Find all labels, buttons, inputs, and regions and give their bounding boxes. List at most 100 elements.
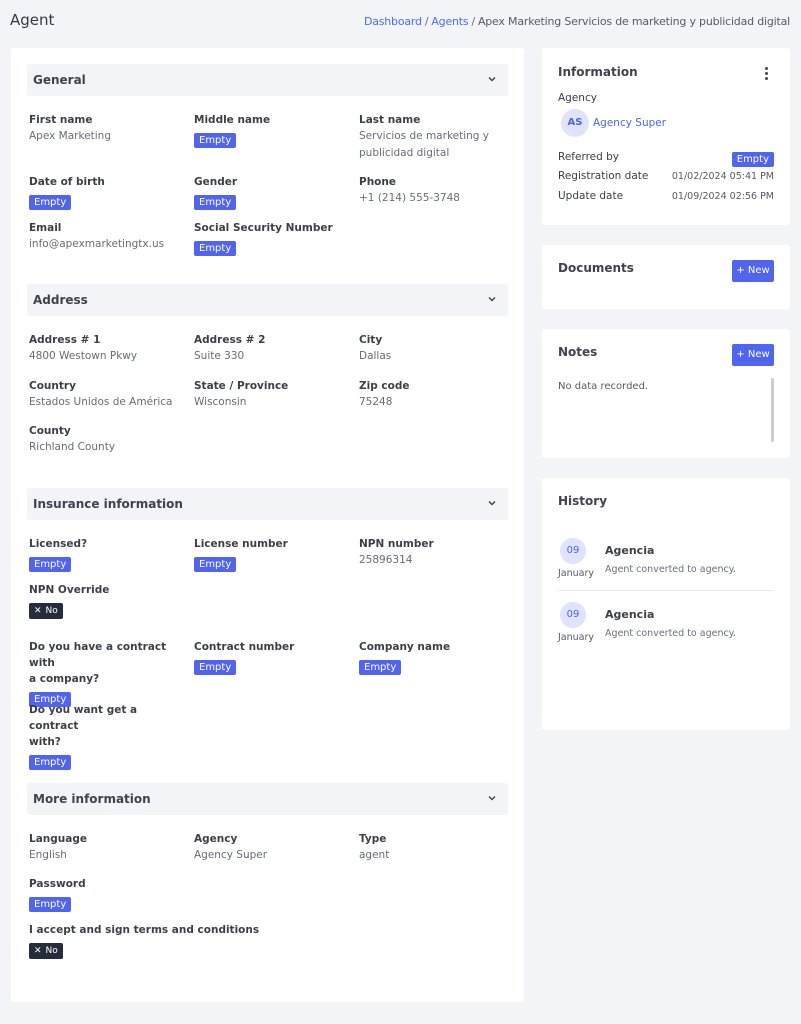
page-title: Agent	[10, 11, 55, 29]
no-badge: ✕ No	[29, 943, 63, 959]
field-label: City	[359, 334, 383, 346]
information-card: Information Agency AS Agency Super Refer…	[542, 48, 790, 225]
referred-by-label: Referred by	[558, 151, 620, 163]
language-field: Language English	[29, 831, 189, 864]
empty-badge: Empty	[29, 755, 72, 770]
empty-badge: Empty	[29, 195, 72, 210]
chevron-down-icon[interactable]	[486, 792, 498, 804]
section-title: Insurance information	[33, 497, 183, 511]
field-label: Date of birth	[29, 176, 105, 188]
empty-badge: Empty	[194, 241, 237, 256]
field-value: Wisconsin	[194, 396, 247, 408]
history-month: January	[558, 632, 595, 643]
field-label: Address # 1	[29, 334, 101, 346]
close-icon: ✕	[34, 946, 42, 956]
new-note-button[interactable]: + New	[732, 344, 774, 366]
field-label: NPN Override	[29, 584, 110, 596]
empty-badge: Empty	[194, 557, 237, 572]
notes-empty-text: No data recorded.	[558, 381, 649, 392]
agency-field: Agency Agency Super	[194, 831, 354, 864]
registration-date-label: Registration date	[558, 170, 649, 182]
chevron-down-icon[interactable]	[486, 293, 498, 305]
field-value: Agency Super	[194, 849, 268, 861]
update-date-value: 01/09/2024 02:56 PM	[671, 191, 774, 202]
section-title: More information	[33, 792, 151, 806]
address1-field: Address # 1 4800 Westown Pkwy	[29, 332, 189, 365]
field-label: a company?	[29, 673, 100, 685]
more-vertical-icon[interactable]	[762, 65, 770, 83]
divider	[558, 590, 774, 591]
field-label: County	[29, 425, 71, 437]
more-info-section-header[interactable]: More information	[27, 783, 508, 815]
empty-badge: Empty	[731, 152, 774, 167]
breadcrumb-agents-link[interactable]: Agents	[431, 15, 468, 28]
dob-field: Date of birth Empty	[29, 174, 189, 210]
npn-number-field: NPN number 25896314	[359, 536, 519, 569]
card-title: Notes	[558, 345, 598, 359]
avatar: AS	[561, 109, 589, 137]
field-label: Language	[29, 833, 87, 845]
insurance-section-header[interactable]: Insurance information	[27, 488, 508, 520]
documents-card: Documents + New	[542, 245, 790, 309]
field-label: Address # 2	[194, 334, 266, 346]
field-label: Agency	[194, 833, 238, 845]
history-day-badge: 09	[560, 538, 586, 564]
terms-field: I accept and sign terms and conditions ✕…	[29, 922, 329, 959]
field-label: Last name	[359, 114, 421, 126]
empty-badge: Empty	[29, 557, 72, 572]
breadcrumb-separator: /	[471, 15, 475, 28]
email-field: Email info@apexmarketingtx.us	[29, 220, 189, 253]
agency-label: Agency	[558, 92, 597, 104]
card-title: Information	[558, 65, 638, 79]
first-name-field: First name Apex Marketing	[29, 112, 189, 145]
history-description: Agent converted to agency.	[605, 564, 736, 575]
field-label: Company name	[359, 641, 451, 653]
field-value: Richland County	[29, 441, 116, 453]
field-label: Country	[29, 380, 76, 392]
notes-card: Notes + New No data recorded.	[542, 329, 790, 458]
history-day-badge: 09	[560, 602, 586, 628]
city-field: City Dallas	[359, 332, 519, 365]
field-value: +1 (214) 555-3748	[359, 192, 460, 204]
phone-field: Phone +1 (214) 555-3748	[359, 174, 519, 207]
new-document-button[interactable]: + New	[732, 260, 774, 282]
chevron-down-icon[interactable]	[486, 497, 498, 509]
field-label: Email	[29, 222, 62, 234]
general-section-header[interactable]: General	[27, 64, 508, 96]
country-field: Country Estados Unidos de América	[29, 378, 189, 411]
history-title: Agencia	[605, 544, 655, 557]
no-text: No	[45, 946, 58, 956]
section-title: General	[33, 73, 86, 87]
field-label: NPN number	[359, 538, 434, 550]
agency-link[interactable]: Agency Super	[593, 117, 666, 129]
breadcrumb: Dashboard / Agents / Apex Marketing Servicio…	[364, 15, 790, 28]
field-label: First name	[29, 114, 93, 126]
notes-scrollbar[interactable]	[771, 378, 774, 442]
history-description: Agent converted to agency.	[605, 628, 736, 639]
npn-override-field: NPN Override ✕ No	[29, 582, 189, 619]
contract-number-field: Contract number Empty	[194, 639, 354, 675]
field-label: with?	[29, 736, 61, 748]
company-name-field: Company name Empty	[359, 639, 519, 675]
card-title: History	[558, 494, 608, 508]
address-section-header[interactable]: Address	[27, 284, 508, 316]
field-label: Type	[359, 833, 387, 845]
field-label: Contract number	[194, 641, 295, 653]
gender-field: Gender Empty	[194, 174, 354, 210]
field-label: Licensed?	[29, 538, 88, 550]
breadcrumb-current: Apex Marketing Servicios de marketing y …	[477, 15, 790, 28]
history-title: Agencia	[605, 608, 655, 621]
section-title: Address	[33, 293, 88, 307]
type-field: Type agent	[359, 831, 519, 864]
county-field: County Richland County	[29, 423, 189, 456]
no-text: No	[45, 606, 58, 616]
contract-question-field: Do you have a contract with a company? E…	[29, 639, 189, 707]
empty-badge: Empty	[194, 660, 237, 675]
update-date-label: Update date	[558, 190, 624, 202]
field-value: Dallas	[359, 350, 392, 362]
agent-details-card: General First name Apex Marketing Middle…	[11, 48, 524, 1002]
middle-name-field: Middle name Empty	[194, 112, 354, 148]
chevron-down-icon[interactable]	[486, 73, 498, 85]
breadcrumb-dashboard-link[interactable]: Dashboard	[364, 15, 422, 28]
field-value: Apex Marketing	[29, 130, 112, 142]
